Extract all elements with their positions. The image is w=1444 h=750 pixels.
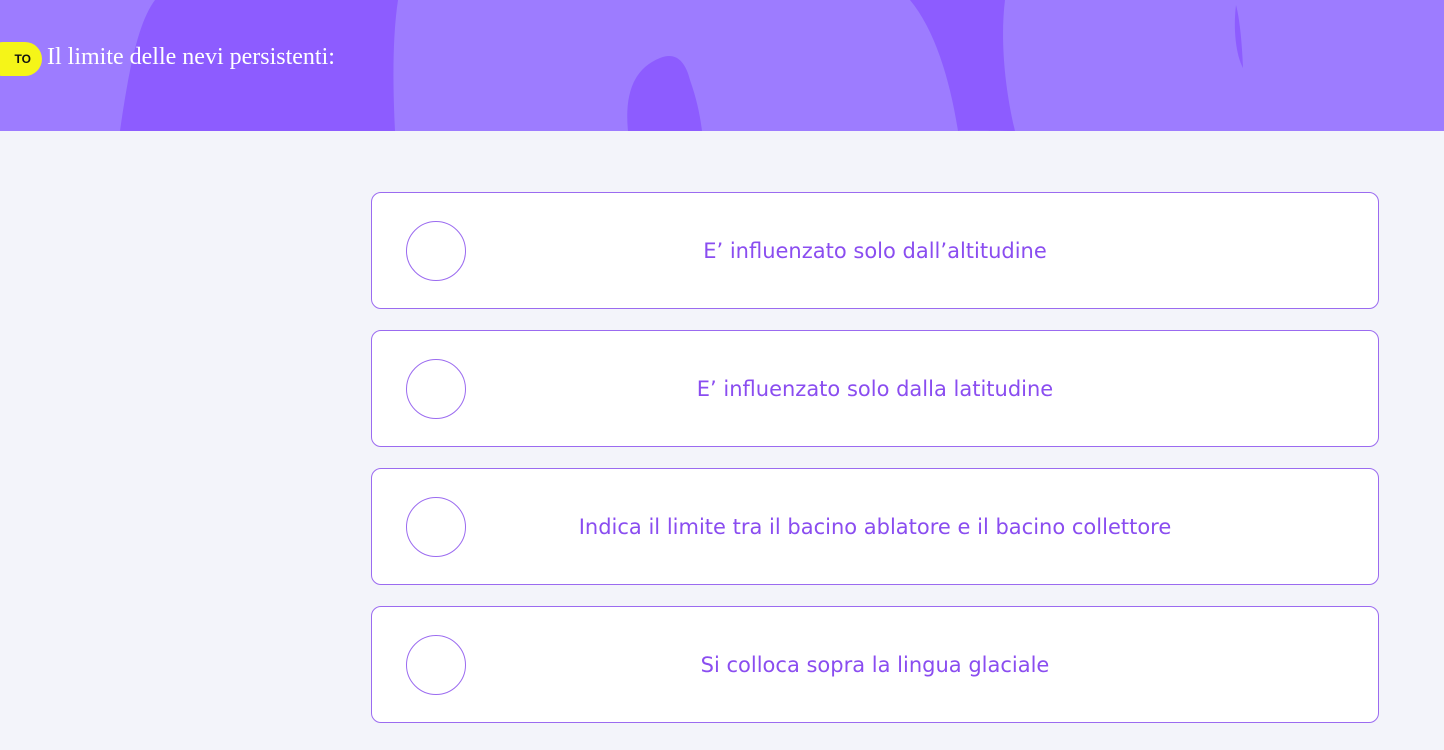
badge-text: TO bbox=[14, 52, 31, 66]
status-badge: TO bbox=[0, 42, 42, 76]
question-header: TO Il limite delle nevi persistenti: bbox=[0, 0, 1444, 131]
question-text: Il limite delle nevi persistenti: bbox=[47, 44, 335, 70]
answer-option-label: E’ influenzato solo dalla latitudine bbox=[696, 376, 1054, 401]
answer-options: E’ influenzato solo dall’altitudine E’ i… bbox=[371, 192, 1379, 744]
answer-option-label: Si colloca sopra la lingua glaciale bbox=[700, 652, 1050, 677]
answer-option-4[interactable]: Si colloca sopra la lingua glaciale bbox=[371, 606, 1379, 723]
answer-option-label: E’ influenzato solo dall’altitudine bbox=[703, 238, 1047, 263]
answer-option-2[interactable]: E’ influenzato solo dalla latitudine bbox=[371, 330, 1379, 447]
answer-option-label: Indica il limite tra il bacino ablatore … bbox=[578, 514, 1172, 539]
answer-option-3[interactable]: Indica il limite tra il bacino ablatore … bbox=[371, 468, 1379, 585]
answer-option-1[interactable]: E’ influenzato solo dall’altitudine bbox=[371, 192, 1379, 309]
